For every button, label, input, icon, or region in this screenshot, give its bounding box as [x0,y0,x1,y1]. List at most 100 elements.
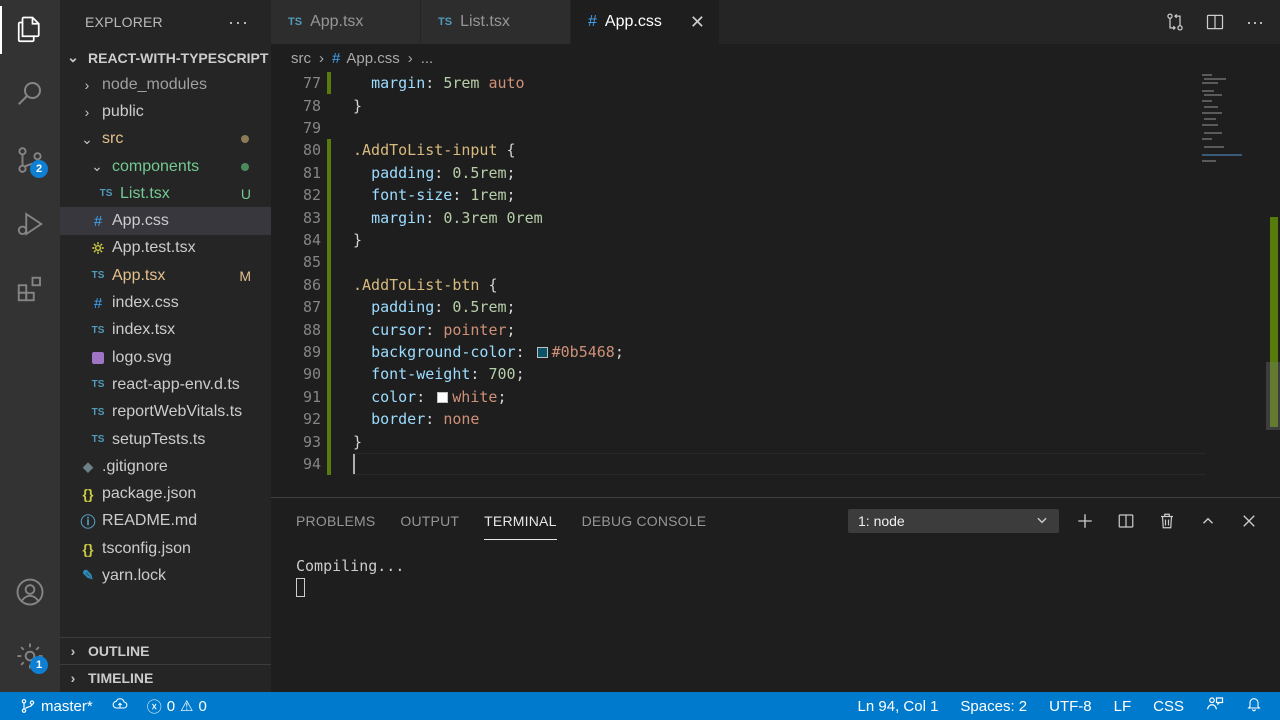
tree-file-index-tsx[interactable]: TS index.tsx [60,317,271,344]
indentation[interactable]: Spaces: 2 [960,698,1027,715]
warning-icon: ⚠ [180,698,194,715]
tab-output[interactable]: OUTPUT [400,498,459,544]
notifications-bell-icon[interactable] [1246,695,1262,717]
new-terminal-icon[interactable] [1074,510,1096,532]
code-line[interactable]: 84} [271,229,1206,251]
code-editor[interactable]: 77 margin: 5rem auto 78} 79 80 .AddToList-in… [271,72,1280,497]
tree-file-setup-tests[interactable]: TS setupTests.ts [60,426,271,453]
code-line[interactable]: 94 [271,453,1206,475]
timeline-section[interactable]: › TIMELINE [60,664,271,691]
code-line[interactable]: 81 padding: 0.5rem; [271,162,1206,184]
problems-indicator[interactable]: ⓧ 0 ⚠ 0 [147,696,207,717]
more-actions-icon[interactable]: ··· [228,12,249,33]
tree-file-list-tsx[interactable]: TS List.tsx U [60,180,271,207]
outline-label: OUTLINE [88,643,150,659]
more-actions-icon[interactable]: ··· [1244,11,1266,33]
accounts-icon[interactable] [0,564,60,620]
sync-icon[interactable] [111,696,129,716]
code-line[interactable]: 88 cursor: pointer; [271,318,1206,340]
code-line[interactable]: 85 [271,251,1206,273]
code-line[interactable]: 78} [271,94,1206,116]
language-mode[interactable]: CSS [1153,698,1184,715]
json-icon: {} [82,540,94,557]
close-icon[interactable]: ✕ [690,12,705,33]
tree-file-react-app-env[interactable]: TS react-app-env.d.ts [60,371,271,398]
breadcrumb-more[interactable]: ... [421,50,434,67]
settings-gear-icon[interactable]: 1 [0,628,60,684]
tree-folder-public[interactable]: › public [60,98,271,125]
open-changes-icon[interactable] [1164,11,1186,33]
explorer-icon[interactable] [0,2,60,58]
test-gear-icon [90,241,106,255]
code-line[interactable]: 77 margin: 5rem auto [271,72,1206,94]
end-of-line[interactable]: LF [1114,698,1132,715]
code-text: color: white; [371,387,507,406]
tree-file-app-css[interactable]: # App.css [60,207,271,235]
tree-file-logo-svg[interactable]: logo.svg [60,344,271,371]
tree-file-app-test-tsx[interactable]: App.test.tsx [60,235,271,262]
code-line[interactable]: 90 font-weight: 700; [271,363,1206,385]
breadcrumb-folder[interactable]: src [291,50,311,67]
typescript-icon: TS [91,406,105,418]
outline-section[interactable]: › OUTLINE [60,637,271,664]
chevron-right-icon: › [70,670,76,686]
search-icon[interactable] [0,65,60,121]
tab-debug-console[interactable]: DEBUG CONSOLE [582,498,707,544]
code-line[interactable]: 93} [271,430,1206,452]
feedback-icon[interactable] [1206,695,1224,717]
line-number: 81 [302,163,321,182]
trash-icon[interactable] [1156,510,1178,532]
code-line[interactable]: 91 color: white; [271,386,1206,408]
run-debug-icon[interactable] [0,196,60,252]
editor-scrollbar[interactable] [1266,72,1280,497]
tab-app-css[interactable]: # App.css ✕ [571,0,720,44]
tree-file-tsconfig[interactable]: {} tsconfig.json [60,535,271,562]
tree-folder-components[interactable]: ⌄ components [60,153,271,180]
cursor-position[interactable]: Ln 94, Col 1 [858,698,939,715]
code-line[interactable]: 79 [271,117,1206,139]
line-number: 87 [302,298,321,317]
terminal-select[interactable]: 1: node [848,509,1059,533]
tab-list-tsx[interactable]: TS List.tsx [421,0,571,44]
split-editor-icon[interactable] [1204,11,1226,33]
code-line[interactable]: 89 background-color: #0b5468; [271,341,1206,363]
minimap[interactable] [1200,72,1260,164]
tab-terminal[interactable]: TERMINAL [484,498,557,544]
extensions-icon[interactable] [0,261,60,317]
breadcrumb-file[interactable]: App.css [346,50,399,67]
code-line[interactable]: 92 border: none [271,408,1206,430]
maximize-panel-icon[interactable] [1197,510,1219,532]
code-line[interactable]: 87 padding: 0.5rem; [271,296,1206,318]
tree-file-app-tsx[interactable]: TS App.tsx M [60,262,271,289]
encoding[interactable]: UTF-8 [1049,698,1092,715]
code-line[interactable]: 83 margin: 0.3rem 0rem [271,206,1206,228]
code-text: font-weight: 700; [371,365,525,384]
project-root[interactable]: ⌄ REACT-WITH-TYPESCRIPT [60,44,271,71]
split-terminal-icon[interactable] [1115,510,1137,532]
git-status-modified: M [239,267,251,284]
tab-problems[interactable]: PROBLEMS [296,498,375,544]
source-control-icon[interactable]: 2 [0,132,60,188]
scrollbar-thumb[interactable] [1266,362,1280,430]
tree-file-index-css[interactable]: # index.css [60,289,271,316]
close-panel-icon[interactable] [1238,510,1260,532]
tree-file-readme[interactable]: ⓘ README.md [60,508,271,535]
code-line[interactable]: 86 .AddToList-btn { [271,274,1206,296]
tree-folder-node-modules[interactable]: › node_modules [60,71,271,98]
warning-count: 0 [198,697,207,715]
tab-app-tsx[interactable]: TS App.tsx [271,0,421,44]
tab-label: App.css [604,13,662,30]
tree-folder-src[interactable]: ⌄ src [60,126,271,153]
terminal-output[interactable]: Compiling... [296,556,404,598]
code-line[interactable]: 80 .AddToList-input { [271,139,1206,161]
editor-tab-bar: TS App.tsx TS List.tsx # App.css ✕ ··· [271,0,1280,44]
line-number: 85 [302,253,321,272]
code-text: padding: 0.5rem; [371,163,516,182]
tree-file-report-web-vitals[interactable]: TS reportWebVitals.ts [60,399,271,426]
tree-file-yarn-lock[interactable]: ✎ yarn.lock [60,562,271,589]
tree-file-gitignore[interactable]: ◆ .gitignore [60,453,271,480]
code-line[interactable]: 82 font-size: 1rem; [271,184,1206,206]
tree-file-package-json[interactable]: {} package.json [60,480,271,507]
line-number: 93 [302,432,321,451]
branch-indicator[interactable]: master* [20,698,93,715]
